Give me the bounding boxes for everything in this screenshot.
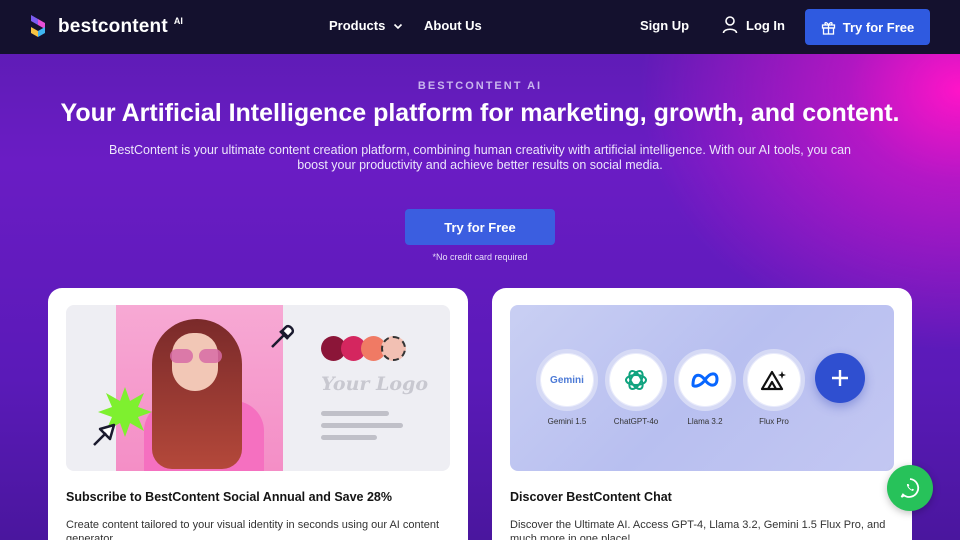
nav-login-label: Log In <box>746 17 785 33</box>
brand-name: bestcontent <box>58 16 168 37</box>
swatch-4 <box>381 336 406 361</box>
openai-icon <box>625 369 647 391</box>
card-description: Create content tailored to your visual i… <box>66 519 439 540</box>
model-label: Llama 3.2 <box>687 417 723 426</box>
nav-products-label: Products <box>329 18 386 33</box>
card-description: Discover the Ultimate AI. Access GPT-4, … <box>510 519 886 540</box>
plus-icon <box>832 370 848 386</box>
hero-subtext: BestContent is your ultimate content cre… <box>108 143 852 172</box>
whatsapp-icon <box>900 478 920 498</box>
user-icon <box>722 16 738 34</box>
text-placeholder-bar <box>321 423 403 428</box>
chat-card-illustration: Gemini Gemini 1.5 ChatGPT-4o Llama 3.2 F… <box>510 305 894 471</box>
social-annual-card[interactable]: Your Logo Subscribe to BestContent Socia… <box>48 288 468 540</box>
model-label: Flux Pro <box>759 417 789 426</box>
cursor-arrow-icon <box>93 423 116 446</box>
hero-try-free-button[interactable]: Try for Free <box>405 209 555 245</box>
model-llama: Llama 3.2 <box>670 349 740 426</box>
nav-signup-link[interactable]: Sign Up <box>640 18 689 33</box>
social-card-illustration: Your Logo <box>66 305 450 471</box>
model-label: Gemini 1.5 <box>547 417 587 426</box>
eyedropper-icon <box>271 325 294 348</box>
gemini-icon: Gemini <box>550 374 584 386</box>
model-flux: Flux Pro <box>739 349 809 426</box>
nav-try-free-label: Try for Free <box>842 19 915 35</box>
text-placeholder-bar <box>321 435 377 440</box>
card-title: Discover BestContent Chat <box>510 490 672 504</box>
hero-eyebrow: BESTCONTENT AI <box>417 80 543 92</box>
model-chatgpt: ChatGPT-4o <box>601 349 671 426</box>
no-credit-card-note: *No credit card required <box>432 252 528 262</box>
nav-about-link[interactable]: About Us <box>424 18 482 33</box>
brand-logo[interactable]: bestcontent AI <box>28 13 183 41</box>
nav-login-link[interactable]: Log In <box>722 16 785 34</box>
meta-icon <box>691 372 719 388</box>
hero-headline: Your Artificial Intelligence platform fo… <box>60 99 900 127</box>
model-gemini: Gemini Gemini 1.5 <box>532 349 602 426</box>
top-navbar: bestcontent AI Products About Us Sign Up… <box>0 0 960 54</box>
nav-try-free-button[interactable]: Try for Free <box>805 9 930 45</box>
brand-suffix: AI <box>173 16 183 26</box>
model-label: ChatGPT-4o <box>613 417 659 426</box>
ai-model-list: Gemini Gemini 1.5 ChatGPT-4o Llama 3.2 F… <box>532 349 808 426</box>
color-swatches <box>321 336 406 361</box>
nav-products-menu[interactable]: Products <box>329 18 403 33</box>
gift-icon <box>821 21 835 35</box>
bestcontent-logo-icon <box>31 15 45 37</box>
flux-icon <box>760 370 786 391</box>
card-title: Subscribe to BestContent Social Annual a… <box>66 490 393 504</box>
add-model-button[interactable] <box>815 353 865 403</box>
text-placeholder-bar <box>321 411 389 416</box>
logo-placeholder: Your Logo <box>321 373 429 395</box>
chat-card[interactable]: Gemini Gemini 1.5 ChatGPT-4o Llama 3.2 F… <box>492 288 912 540</box>
chevron-down-icon <box>394 23 403 29</box>
whatsapp-chat-button[interactable] <box>887 465 933 511</box>
